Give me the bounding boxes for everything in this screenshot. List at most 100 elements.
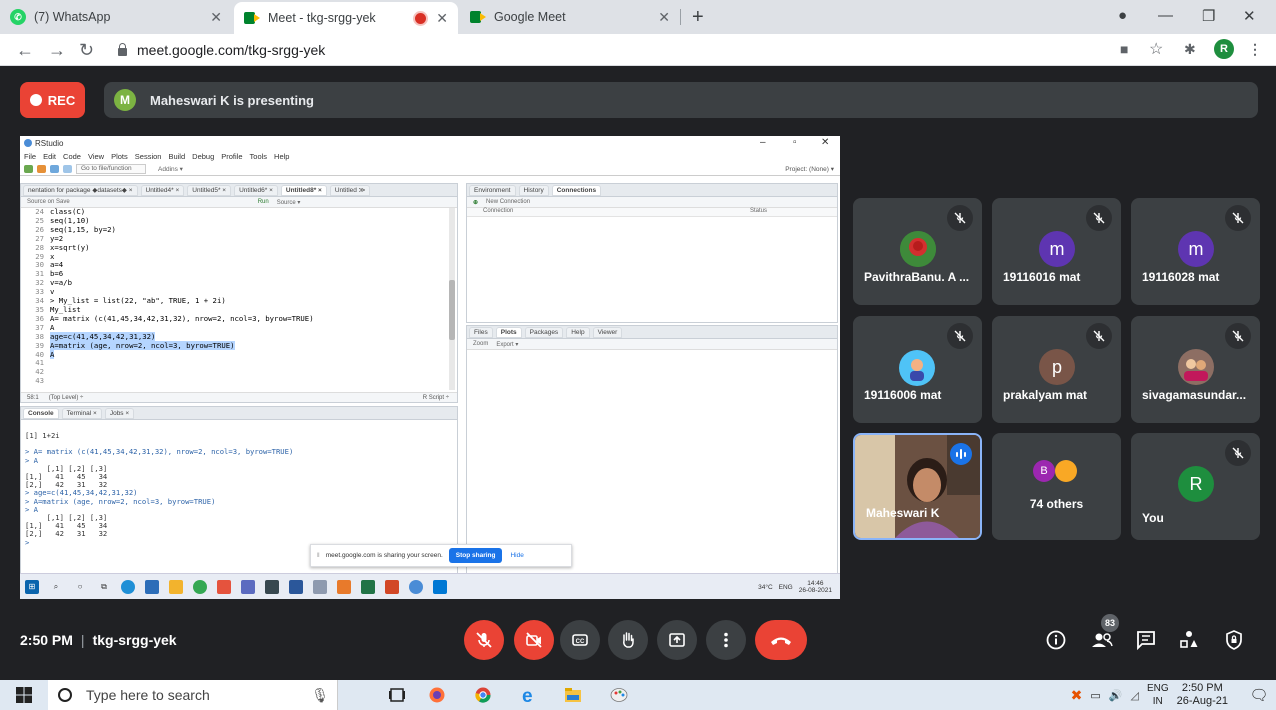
editor-tab-active: Untitled8* × [280, 184, 327, 196]
volume-icon[interactable]: 🔊 [1109, 689, 1123, 702]
tab-google-meet[interactable]: Google Meet ✕ [460, 0, 680, 34]
menu-help: Help [274, 151, 290, 161]
close-tab-icon[interactable]: ✕ [436, 10, 448, 27]
folder-icon [169, 579, 183, 594]
self-tile[interactable]: R You [1131, 433, 1260, 540]
app-icon [241, 579, 255, 594]
svg-text:CC: CC [576, 639, 585, 645]
close-tab-icon[interactable]: ✕ [210, 9, 222, 26]
more-options-button[interactable] [706, 620, 746, 660]
new-tab-button[interactable]: + [692, 6, 704, 29]
google-meet-icon [244, 12, 260, 24]
action-center-icon[interactable]: 🗨 [1242, 680, 1276, 710]
header-status: Status [749, 208, 767, 214]
line-text: a=4 [50, 260, 64, 270]
code-line: 42 [24, 367, 457, 377]
people-button[interactable] [1088, 626, 1116, 654]
browser-tab-bar: ✆ (7) WhatsApp ✕ Meet - tkg-srgg-yek ✕ G… [0, 0, 1276, 34]
line-number: 43 [35, 376, 44, 386]
profile-avatar[interactable]: R [1214, 39, 1234, 59]
firefox-icon [337, 579, 351, 594]
start-button[interactable] [0, 680, 48, 710]
network-icon[interactable]: ◿ [1130, 689, 1138, 702]
language-indicator[interactable]: ENG IN [1147, 682, 1169, 708]
code-line: 31 b=6 [24, 269, 457, 279]
browser-toolbar: ← → ↻ meet.google.com/tkg-srgg-yek ■ ☆ ✱… [0, 34, 1276, 66]
drag-handle-icon: ‖ [317, 552, 320, 559]
menu-edit: Edit [43, 151, 57, 161]
chat-button[interactable] [1132, 626, 1160, 654]
console-line: [2,] 42 31 32 [25, 529, 108, 539]
recording-indicator-icon [415, 12, 426, 24]
participant-name: PavithraBanu. A ... [864, 270, 970, 284]
reload-icon[interactable]: ↻ [79, 40, 94, 61]
taskbar-search[interactable]: Type here to search 🎙 [48, 680, 338, 710]
camera-toggle-button[interactable] [514, 620, 554, 660]
firefox-icon[interactable] [428, 687, 446, 703]
mic-off-icon [1225, 205, 1251, 231]
participant-name: sivagamasundar... [1142, 388, 1247, 402]
sharing-text: meet.google.com is sharing your screen. [325, 552, 443, 559]
line-text: > My_list = list(22, "ab", TRUE, 1 + 2i) [50, 296, 226, 306]
lock-icon [118, 43, 127, 56]
extensions-icon[interactable]: ✱ [1184, 41, 1196, 58]
files-tabs: Files Plots Packages Help Viewer [467, 326, 837, 339]
menu-plots: Plots [111, 151, 128, 161]
system-tray: ✖ ▭ 🔊 ◿ ENG IN 2:50 PM 26-Aug-21 🗨 [1071, 680, 1276, 710]
task-view-icon[interactable] [388, 687, 406, 703]
tab-whatsapp[interactable]: ✆ (7) WhatsApp ✕ [0, 0, 232, 34]
others-tile[interactable]: B 74 others [992, 433, 1121, 540]
meeting-details-button[interactable] [1042, 626, 1070, 654]
microphone-icon[interactable]: 🎙 [311, 687, 329, 704]
mic-toggle-button[interactable] [464, 620, 504, 660]
close-window-button[interactable]: ✕ [1243, 7, 1256, 25]
participant-tile[interactable]: sivagamasundar... [1131, 316, 1260, 423]
rstudio-toolbar: Go to file/function Addins ▾ [20, 162, 840, 176]
speaking-indicator-icon [950, 443, 972, 465]
camera-icon[interactable]: ■ [1120, 41, 1128, 57]
lang-region: IN [1152, 696, 1163, 707]
participant-tile[interactable]: m 19116028 mat [1131, 198, 1260, 305]
menu-build: Build [168, 151, 186, 161]
address-bar[interactable]: meet.google.com/tkg-srgg-yek [118, 42, 325, 58]
file-explorer-icon[interactable] [564, 687, 582, 703]
plots-toolbar: Zoom Export ▾ [467, 339, 837, 350]
self-avatar: R [1178, 466, 1214, 502]
search-placeholder: Type here to search [86, 687, 210, 703]
host-controls-button[interactable] [1220, 626, 1248, 654]
chrome-icon[interactable] [474, 687, 492, 703]
paint-icon[interactable] [610, 687, 628, 703]
participant-tile[interactable]: m 19116016 mat [992, 198, 1121, 305]
raise-hand-button[interactable] [608, 620, 648, 660]
restore-button[interactable]: ❐ [1202, 7, 1215, 25]
participant-tile[interactable]: 19116006 mat [853, 316, 982, 423]
console-tabs: Console Terminal × Jobs × [21, 407, 457, 420]
record-dot-icon [29, 94, 42, 106]
captions-button[interactable]: CC [560, 620, 600, 660]
stop-sharing-button: Stop sharing [448, 548, 503, 563]
minimize-button[interactable]: — [1158, 7, 1173, 24]
edge-icon[interactable]: e [520, 687, 538, 703]
cortana-search-icon [58, 688, 72, 702]
leave-call-button[interactable] [755, 620, 807, 660]
notification-alert-icon[interactable]: ✖ [1071, 687, 1083, 704]
forward-icon[interactable]: → [48, 40, 66, 61]
tab-meet[interactable]: Meet - tkg-srgg-yek ✕ [234, 2, 458, 34]
line-text: y=2 [50, 233, 64, 243]
menu-icon[interactable]: ⋮ [1248, 41, 1262, 58]
star-icon[interactable]: ☆ [1149, 39, 1163, 59]
participant-tile-speaking[interactable]: Maheswari K [853, 433, 982, 540]
activities-button[interactable] [1175, 626, 1203, 654]
present-button[interactable] [657, 620, 697, 660]
recording-button[interactable]: REC [20, 82, 85, 118]
participant-tile[interactable]: PavithraBanu. A ... [853, 198, 982, 305]
line-text: v=a/b [50, 278, 72, 288]
tab-search-icon[interactable]: ● [1118, 7, 1127, 24]
participant-tile[interactable]: p prakalyam mat [992, 316, 1121, 423]
menu-code: Code [63, 151, 81, 161]
battery-icon[interactable]: ▭ [1090, 689, 1100, 702]
console-line: [1] 1+2i [25, 431, 60, 440]
taskbar-clock[interactable]: 2:50 PM 26-Aug-21 [1177, 682, 1228, 708]
back-icon[interactable]: ← [16, 40, 34, 61]
close-tab-icon[interactable]: ✕ [658, 9, 670, 26]
